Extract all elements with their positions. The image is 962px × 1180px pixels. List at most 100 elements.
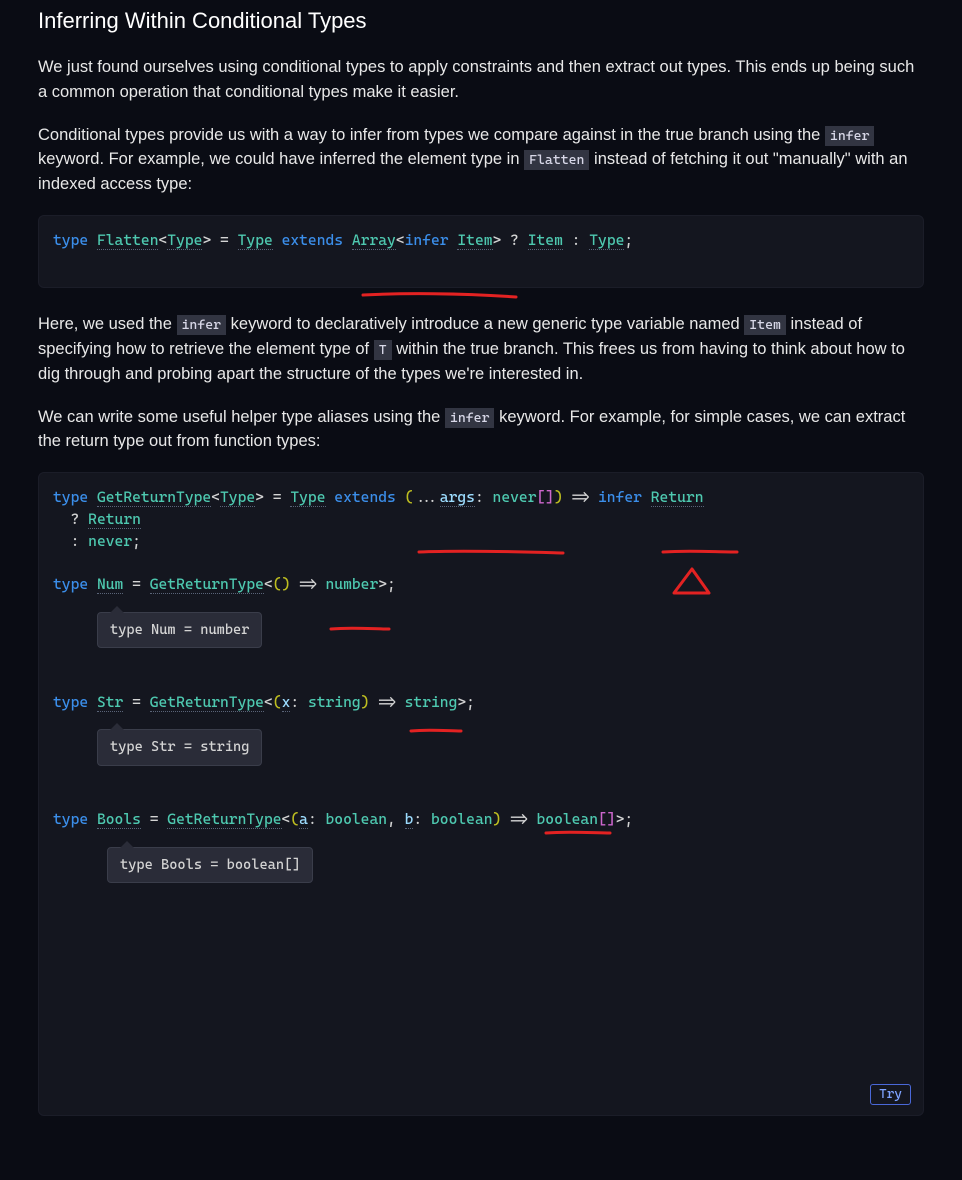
- tok: Type: [238, 231, 273, 250]
- paragraph-1: We just found ourselves using conditiona…: [38, 55, 924, 105]
- text: We can write some useful helper type ali…: [38, 408, 445, 426]
- tok: args: [440, 488, 475, 507]
- text: keyword. For example, we could have infe…: [38, 150, 524, 168]
- tok: ;: [466, 693, 475, 711]
- tok: <: [264, 575, 273, 593]
- tok: never: [88, 532, 132, 550]
- tok: =: [264, 488, 290, 506]
- tok: =: [123, 575, 149, 593]
- inline-code-t: T: [374, 340, 392, 360]
- tok: GetReturnType: [97, 488, 211, 507]
- tok: boolean: [536, 810, 598, 828]
- inline-code-flatten: Flatten: [524, 150, 589, 170]
- tok: a: [299, 810, 308, 829]
- tok: [273, 231, 282, 249]
- tok: ;: [132, 532, 141, 550]
- tok: ?: [501, 231, 527, 249]
- tok: boolean: [326, 810, 388, 828]
- red-underline-icon: [661, 547, 741, 559]
- tok: <: [211, 488, 220, 506]
- tok: :: [413, 810, 431, 828]
- inline-code-infer: infer: [177, 315, 227, 335]
- tok: Num: [97, 575, 123, 594]
- tok: Type: [167, 231, 202, 250]
- red-underline-icon: [409, 726, 465, 736]
- paragraph-4: We can write some useful helper type ali…: [38, 405, 924, 455]
- inline-code-infer: infer: [445, 408, 495, 428]
- inline-code-item: Item: [744, 315, 786, 335]
- tok: type: [53, 575, 88, 593]
- tok: GetReturnType: [167, 810, 281, 829]
- tok: number: [326, 575, 379, 593]
- tok: [88, 693, 97, 711]
- tok: string: [308, 693, 361, 711]
- tok: =: [141, 810, 167, 828]
- tok: (: [273, 693, 282, 711]
- red-underline-icon: [417, 547, 567, 559]
- tok: :: [563, 231, 589, 249]
- tok: ;: [624, 231, 633, 249]
- tok: (: [273, 575, 282, 593]
- tok: []: [598, 810, 616, 828]
- tok: =: [211, 231, 237, 249]
- tok: type: [53, 693, 88, 711]
- tok: Flatten: [97, 231, 159, 250]
- tok: =>: [501, 810, 536, 828]
- tok: =>: [563, 488, 598, 506]
- tooltip-str: type Str = string: [97, 729, 262, 765]
- annotation-underline-args: [417, 503, 567, 580]
- paragraph-3: Here, we used the infer keyword to decla…: [38, 312, 924, 386]
- tok: string: [405, 693, 458, 711]
- tok: Item: [457, 231, 492, 250]
- tok: >: [255, 488, 264, 506]
- tok: type: [53, 488, 88, 506]
- tok: type: [53, 810, 88, 828]
- tooltip-num: type Num = number: [97, 612, 262, 648]
- tok: ): [554, 488, 563, 506]
- red-triangle-icon: [669, 565, 715, 599]
- tok: ): [493, 810, 502, 828]
- tok: :: [290, 693, 308, 711]
- code-block-flatten: type Flatten<Type> = Type extends Array<…: [38, 215, 924, 289]
- tok: ?: [53, 510, 88, 528]
- tok: Str: [97, 693, 123, 712]
- tok: [642, 488, 651, 506]
- tok: Return: [651, 488, 704, 507]
- tok: ,: [387, 810, 405, 828]
- section-heading: Inferring Within Conditional Types: [38, 0, 924, 37]
- tok: =: [123, 693, 149, 711]
- red-underline-icon: [544, 828, 614, 838]
- code-block-getreturntype: type GetReturnType<Type> = Type extends …: [38, 472, 924, 1116]
- tok: GetReturnType: [150, 693, 264, 712]
- tok: Array: [352, 231, 396, 250]
- text: Here, we used the: [38, 315, 177, 333]
- tooltip-bools: type Bools = boolean[]: [107, 847, 313, 883]
- try-button[interactable]: Try: [870, 1084, 911, 1105]
- tok: boolean: [431, 810, 493, 828]
- tok: Return: [88, 510, 141, 529]
- tok: <: [396, 231, 405, 249]
- inline-code-infer: infer: [825, 126, 875, 146]
- tok: extends: [334, 488, 396, 506]
- tok: Bools: [97, 810, 141, 829]
- tok: =>: [290, 575, 325, 593]
- tok: :: [53, 532, 88, 550]
- text: Conditional types provide us with a way …: [38, 126, 825, 144]
- text: keyword to declaratively introduce a new…: [226, 315, 744, 333]
- tok: [326, 488, 335, 506]
- tok: ;: [387, 575, 396, 593]
- tok: infer: [598, 488, 642, 506]
- tok: ;: [624, 810, 633, 828]
- tok: [88, 575, 97, 593]
- annotation-underline-return: [661, 503, 741, 580]
- tok: Item: [528, 231, 563, 250]
- tok: extends: [282, 231, 344, 249]
- annotation-triangle: [669, 521, 715, 620]
- tok: <: [158, 231, 167, 249]
- tok: GetReturnType: [150, 575, 264, 594]
- tok: Type: [220, 488, 255, 507]
- tok: :: [475, 488, 493, 506]
- tok: ...: [413, 488, 439, 506]
- tok: <: [264, 693, 273, 711]
- red-underline-icon: [329, 624, 393, 634]
